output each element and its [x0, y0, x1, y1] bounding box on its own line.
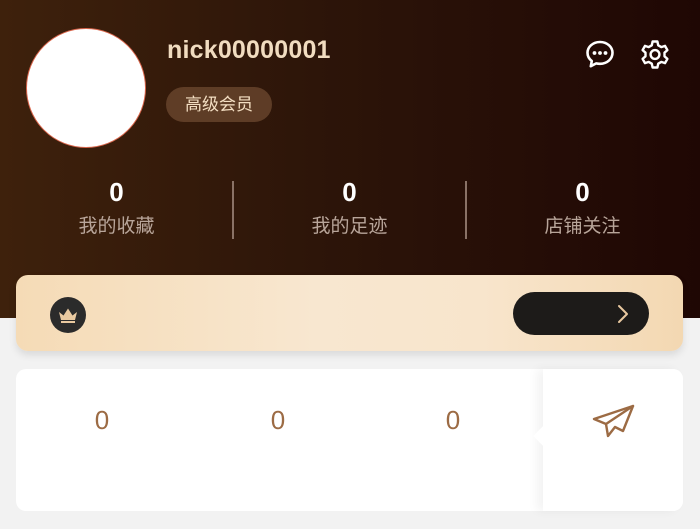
stat-value: 0: [575, 177, 590, 207]
count-value[interactable]: 0: [248, 405, 308, 435]
vip-open-button[interactable]: [513, 292, 649, 335]
send-section: [533, 369, 683, 511]
stats-divider: [232, 181, 234, 239]
chevron-right-icon: [617, 304, 629, 329]
pointer-notch: [533, 426, 553, 446]
stats-row: 0 我的收藏 0 我的足迹 0 店铺关注: [0, 174, 700, 244]
stats-divider: [465, 181, 467, 239]
gear-icon[interactable]: [637, 36, 673, 72]
paper-plane-icon[interactable]: [591, 403, 637, 439]
stat-favorites[interactable]: 0 我的收藏: [0, 174, 233, 241]
avatar[interactable]: [26, 28, 146, 148]
profile-header: nick00000001 高级会员 0 我的收藏 0 我的足迹 0 店铺关注: [0, 0, 700, 318]
vip-card[interactable]: [16, 275, 683, 351]
crown-icon: [50, 297, 86, 333]
count-value[interactable]: 0: [423, 405, 483, 435]
count-value[interactable]: 0: [72, 405, 132, 435]
username: nick00000001: [167, 36, 331, 64]
stat-footprints[interactable]: 0 我的足迹: [233, 174, 466, 241]
stat-value: 0: [342, 177, 357, 207]
stat-followed-shops[interactable]: 0 店铺关注: [466, 174, 699, 241]
chat-bubble-icon[interactable]: [582, 36, 618, 72]
stat-label: 店铺关注: [544, 216, 621, 237]
stat-label: 我的足迹: [311, 216, 388, 237]
stat-value: 0: [109, 177, 124, 207]
stat-label: 我的收藏: [78, 216, 155, 237]
member-level-badge: 高级会员: [166, 87, 272, 122]
order-counts-panel: 0 0 0: [16, 369, 683, 511]
